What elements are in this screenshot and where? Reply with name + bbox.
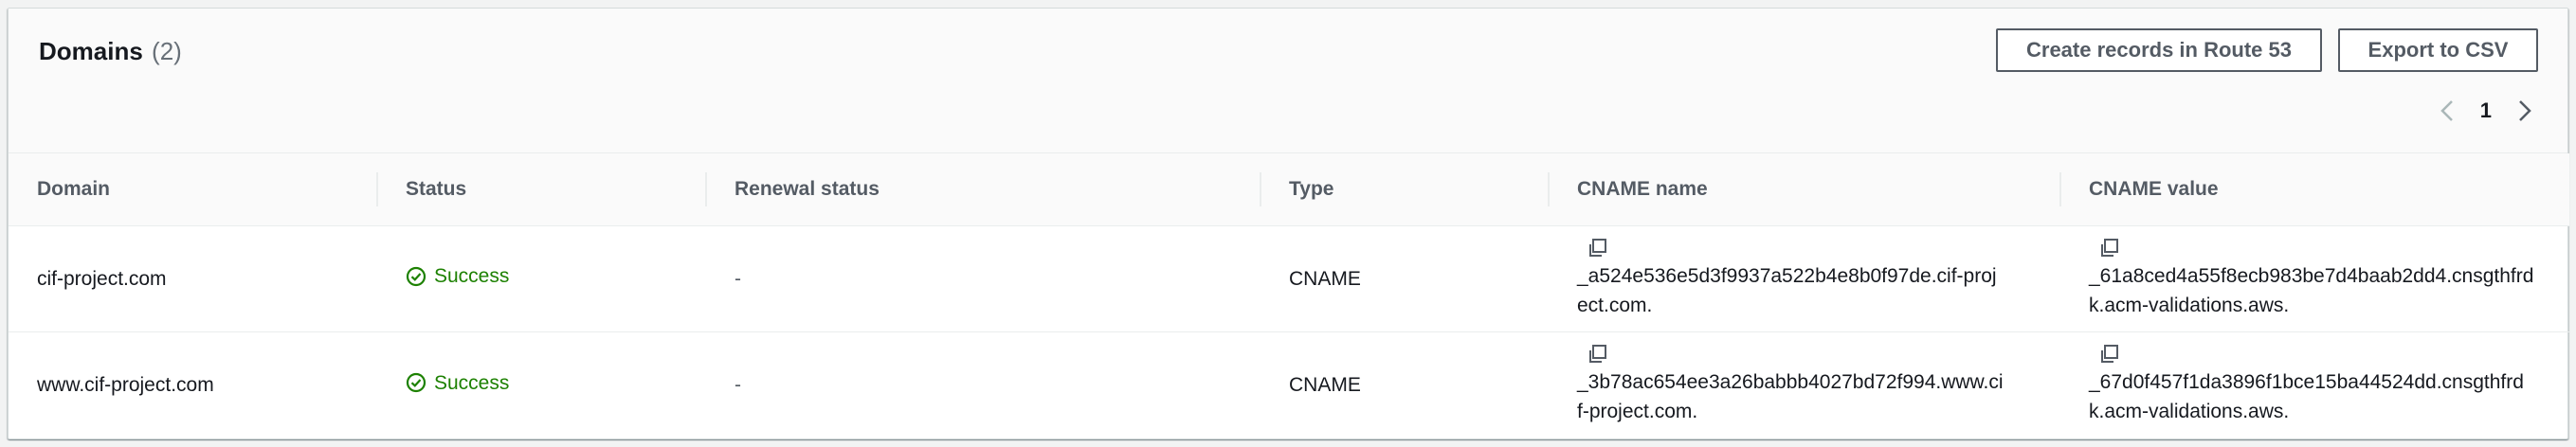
previous-page-icon[interactable] <box>2435 97 2459 125</box>
column-header-status[interactable]: Status <box>376 153 705 226</box>
cname-name-cell: _3b78ac654ee3a26babbb4027bd72f994.www.ci… <box>1548 331 2059 438</box>
column-header-label: Renewal status <box>735 177 880 200</box>
column-header-label: CNAME name <box>1577 177 1708 200</box>
panel-header: Domains (2) Create records in Route 53 E… <box>9 9 2567 153</box>
cname-name-text: _3b78ac654ee3a26babbb4027bd72f994.www.ci… <box>1577 371 2004 423</box>
panel-title-text: Domains <box>39 37 143 65</box>
panel-title: Domains (2) <box>39 35 182 67</box>
domains-panel: Domains (2) Create records in Route 53 E… <box>8 8 2569 439</box>
column-divider <box>2059 172 2061 206</box>
status-badge: Success <box>406 261 509 291</box>
column-divider <box>1260 172 1261 206</box>
domain-cell: www.cif-project.com <box>37 373 214 396</box>
column-header-label: Type <box>1289 177 1334 200</box>
table-header-row: Domain Status Renewal status Type CNAME … <box>9 153 2569 226</box>
status-cell: Success <box>376 331 705 438</box>
column-header-domain[interactable]: Domain <box>9 153 376 226</box>
column-header-cname-value[interactable]: CNAME value <box>2059 153 2569 226</box>
column-header-type[interactable]: Type <box>1260 153 1548 226</box>
page-number[interactable]: 1 <box>2480 98 2492 123</box>
copy-icon[interactable] <box>2098 237 2121 259</box>
cname-value-text: _67d0f457f1da3896f1bce15ba44524dd.cnsgth… <box>2089 371 2524 423</box>
status-cell: Success <box>376 225 705 331</box>
status-badge: Success <box>406 368 509 398</box>
renewal-status-cell: - <box>735 373 741 396</box>
cname-name-cell: _a524e536e5d3f9937a522b4e8b0f97de.cif-pr… <box>1548 225 2059 331</box>
status-text: Success <box>434 371 510 394</box>
renewal-status-cell: - <box>735 267 741 290</box>
type-cell: CNAME <box>1289 267 1361 290</box>
create-records-route53-button[interactable]: Create records in Route 53 <box>1996 28 2322 72</box>
success-check-icon <box>406 266 426 286</box>
status-text: Success <box>434 265 510 288</box>
cname-value-cell: _67d0f457f1da3896f1bce15ba44524dd.cnsgth… <box>2059 331 2569 438</box>
next-page-icon[interactable] <box>2513 97 2537 125</box>
type-cell: CNAME <box>1289 373 1361 396</box>
domains-table: Domain Status Renewal status Type CNAME … <box>9 153 2569 438</box>
column-header-renewal-status[interactable]: Renewal status <box>705 153 1260 226</box>
column-header-label: Status <box>406 177 467 200</box>
cname-value-text: _61a8ced4a55f8ecb983be7d4baab2dd4.cnsgth… <box>2089 265 2534 316</box>
column-header-cname-name[interactable]: CNAME name <box>1548 153 2059 226</box>
cname-name-text: _a524e536e5d3f9937a522b4e8b0f97de.cif-pr… <box>1577 265 1997 316</box>
domain-count: (2) <box>152 37 182 65</box>
export-csv-button[interactable]: Export to CSV <box>2338 28 2538 72</box>
pagination: 1 <box>2435 92 2537 130</box>
domain-cell: cif-project.com <box>37 267 167 290</box>
table-row: www.cif-project.com Success - CNAME _3b7… <box>9 331 2569 438</box>
column-divider <box>705 172 707 206</box>
column-divider <box>1548 172 1550 206</box>
success-check-icon <box>406 372 426 393</box>
cname-value-cell: _61a8ced4a55f8ecb983be7d4baab2dd4.cnsgth… <box>2059 225 2569 331</box>
table-row: cif-project.com Success - CNAME _a524e53… <box>9 225 2569 331</box>
column-divider <box>376 172 378 206</box>
copy-icon[interactable] <box>1587 343 1609 366</box>
copy-icon[interactable] <box>2098 343 2121 366</box>
column-header-label: CNAME value <box>2089 177 2219 200</box>
copy-icon[interactable] <box>1587 237 1609 259</box>
